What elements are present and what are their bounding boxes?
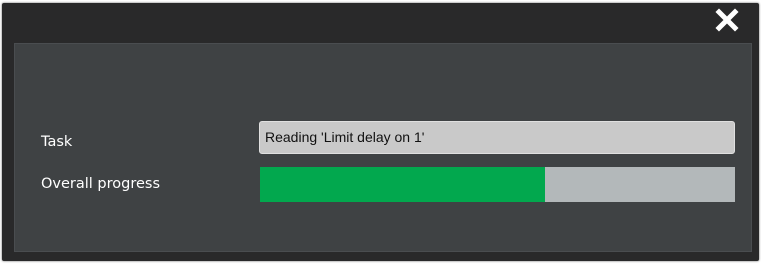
overall-progress-label: Overall progress	[41, 176, 161, 192]
close-icon[interactable]	[715, 8, 739, 32]
dialog-titlebar	[2, 3, 759, 43]
dialog-body: Task Reading 'Limit delay on 1' Overall …	[14, 43, 752, 252]
task-field: Reading 'Limit delay on 1'	[259, 121, 735, 154]
overall-progress-bar	[260, 167, 735, 202]
progress-fill	[260, 167, 545, 202]
progress-dialog: Task Reading 'Limit delay on 1' Overall …	[2, 3, 759, 261]
task-label: Task	[41, 134, 73, 150]
